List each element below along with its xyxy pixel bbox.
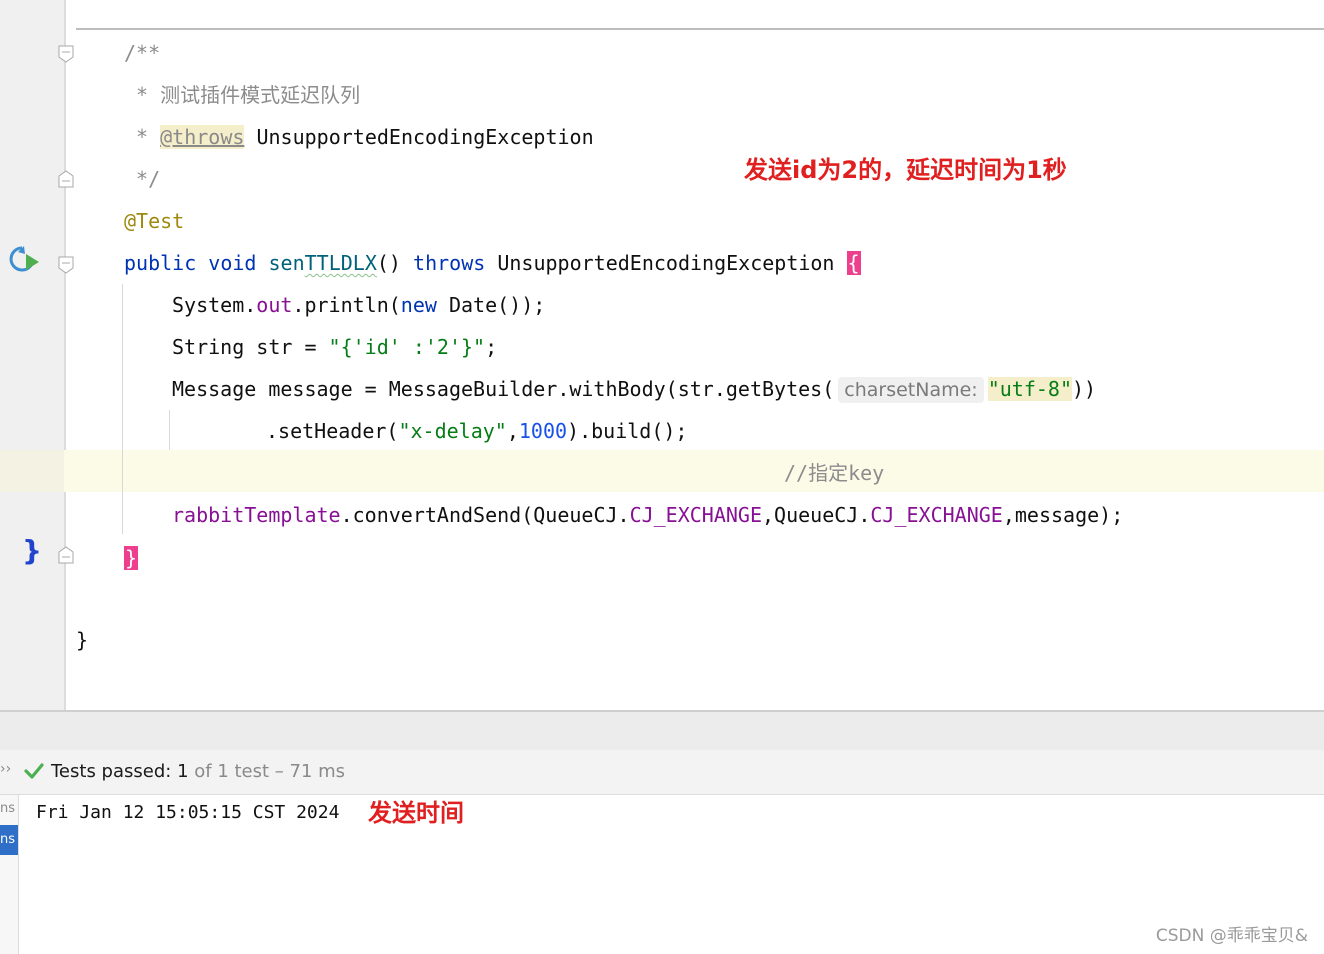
test-tree-item-selected[interactable]: ns: [0, 825, 18, 855]
code-token: .println(: [292, 293, 401, 317]
code-token: ;: [485, 335, 498, 359]
javadoc-tag-value: UnsupportedEncodingException: [244, 125, 594, 149]
gutter-border: [64, 0, 66, 710]
kw-throws: throws: [413, 251, 486, 275]
fold-end-icon[interactable]: [58, 546, 74, 564]
tests-passed-count: 1: [177, 761, 189, 782]
red-annotation-top: 发送id为2的，延迟时间为1秒: [744, 156, 1067, 184]
code-token: String str =: [172, 335, 329, 359]
javadoc-star: *: [124, 125, 161, 149]
code-field-out: out: [256, 293, 293, 317]
param-name-hint: charsetName:: [838, 377, 984, 403]
current-line-highlight: [0, 450, 1324, 492]
indent-guide: [122, 284, 123, 534]
run-test-icon[interactable]: [8, 244, 42, 276]
editor-gutter[interactable]: [0, 0, 64, 710]
method-parens: (): [376, 251, 401, 275]
code-token: System.: [172, 293, 257, 317]
code-editor[interactable]: } /** * 测试插件模式延迟队列 * @throws Unsupported…: [0, 0, 1324, 710]
indent-guide-continuation: [169, 410, 170, 450]
code-token: )): [1072, 377, 1097, 401]
test-annotation: @Test: [124, 209, 185, 233]
code-token: Date());: [436, 293, 546, 317]
code-token: ).build();: [567, 419, 688, 443]
code-token: ,message);: [1002, 503, 1124, 527]
fold-collapse-icon[interactable]: [58, 256, 74, 274]
exception-type: UnsupportedEncodingException: [497, 251, 835, 275]
code-token: Message message = MessageBuilder.withBod…: [172, 377, 835, 401]
method-close-line: }: [124, 540, 139, 576]
number-literal: 1000: [518, 419, 568, 443]
code-constant: CJ_EXCHANGE: [870, 503, 1003, 527]
test-status-bar: ›› Tests passed: 1 of 1 test – 71 ms: [0, 750, 1324, 795]
brace-marker-icon: }: [22, 534, 42, 567]
red-annotation-bottom: 发送时间: [368, 799, 464, 827]
check-icon: [24, 763, 44, 779]
string-literal: "utf-8": [987, 377, 1072, 401]
code-line-send: rabbitTemplate.convertAndSend(QueueCJ.CJ…: [172, 500, 1123, 530]
close-brace-highlight: }: [124, 546, 139, 570]
javadoc-open: /**: [124, 41, 161, 65]
javadoc-tag[interactable]: @throws: [160, 125, 245, 149]
code-constant: CJ_EXCHANGE: [629, 503, 763, 527]
method-separator: [76, 28, 1324, 30]
code-line-message: Message message = MessageBuilder.withBod…: [172, 374, 1096, 404]
code-token: ,: [506, 419, 519, 443]
test-tree-strip[interactable]: ns ns: [0, 795, 19, 954]
string-literal: "{'id' :'2'}": [328, 335, 486, 359]
class-close-brace: }: [76, 628, 89, 652]
tests-status-text: Tests passed:: [51, 761, 172, 782]
tool-window-header: [0, 712, 1324, 750]
method-name-prefix[interactable]: sen: [269, 251, 305, 275]
open-brace-highlight: {: [846, 251, 861, 275]
kw-public: public: [124, 251, 197, 275]
fold-end-icon[interactable]: [58, 170, 74, 188]
method-signature: public void senTTLDLX() throws Unsupport…: [124, 248, 861, 278]
current-line-gutter: [0, 450, 64, 492]
code-token: .convertAndSend(QueueCJ.: [340, 503, 630, 527]
kw-void: void: [208, 251, 257, 275]
string-literal: "x-delay": [398, 419, 507, 443]
javadoc-throws-line: * @throws UnsupportedEncodingException: [124, 122, 594, 152]
watermark: CSDN @乖乖宝贝&: [1155, 926, 1308, 946]
code-token: .setHeader(: [266, 419, 399, 443]
tests-summary: of 1 test – 71 ms: [194, 761, 346, 782]
code-field-template: rabbitTemplate: [172, 503, 341, 527]
test-tree-item[interactable]: ns: [0, 801, 15, 816]
javadoc-description: * 测试插件模式延迟队列: [124, 83, 361, 107]
code-line-println: System.out.println(new Date());: [172, 290, 545, 320]
method-name-rest[interactable]: TTLDLX: [305, 251, 377, 275]
fold-collapse-icon[interactable]: [58, 45, 74, 63]
javadoc-close: */: [124, 167, 161, 191]
code-line-string: String str = "{'id' :'2'}";: [172, 332, 497, 362]
code-token: ,QueueCJ.: [762, 503, 871, 527]
console-output-panel[interactable]: Fri Jan 12 15:05:15 CST 2024 发送时间: [0, 795, 1324, 954]
code-line-setheader: .setHeader("x-delay",1000).build();: [266, 416, 687, 446]
kw-new: new: [400, 293, 437, 317]
console-output-line: Fri Jan 12 15:05:15 CST 2024: [36, 802, 340, 823]
tests-passed-label: Tests passed: 1 of 1 test – 71 ms: [51, 761, 345, 782]
code-comment-key: //指定key: [784, 461, 885, 485]
expand-chevron-icon[interactable]: ››: [0, 761, 11, 777]
